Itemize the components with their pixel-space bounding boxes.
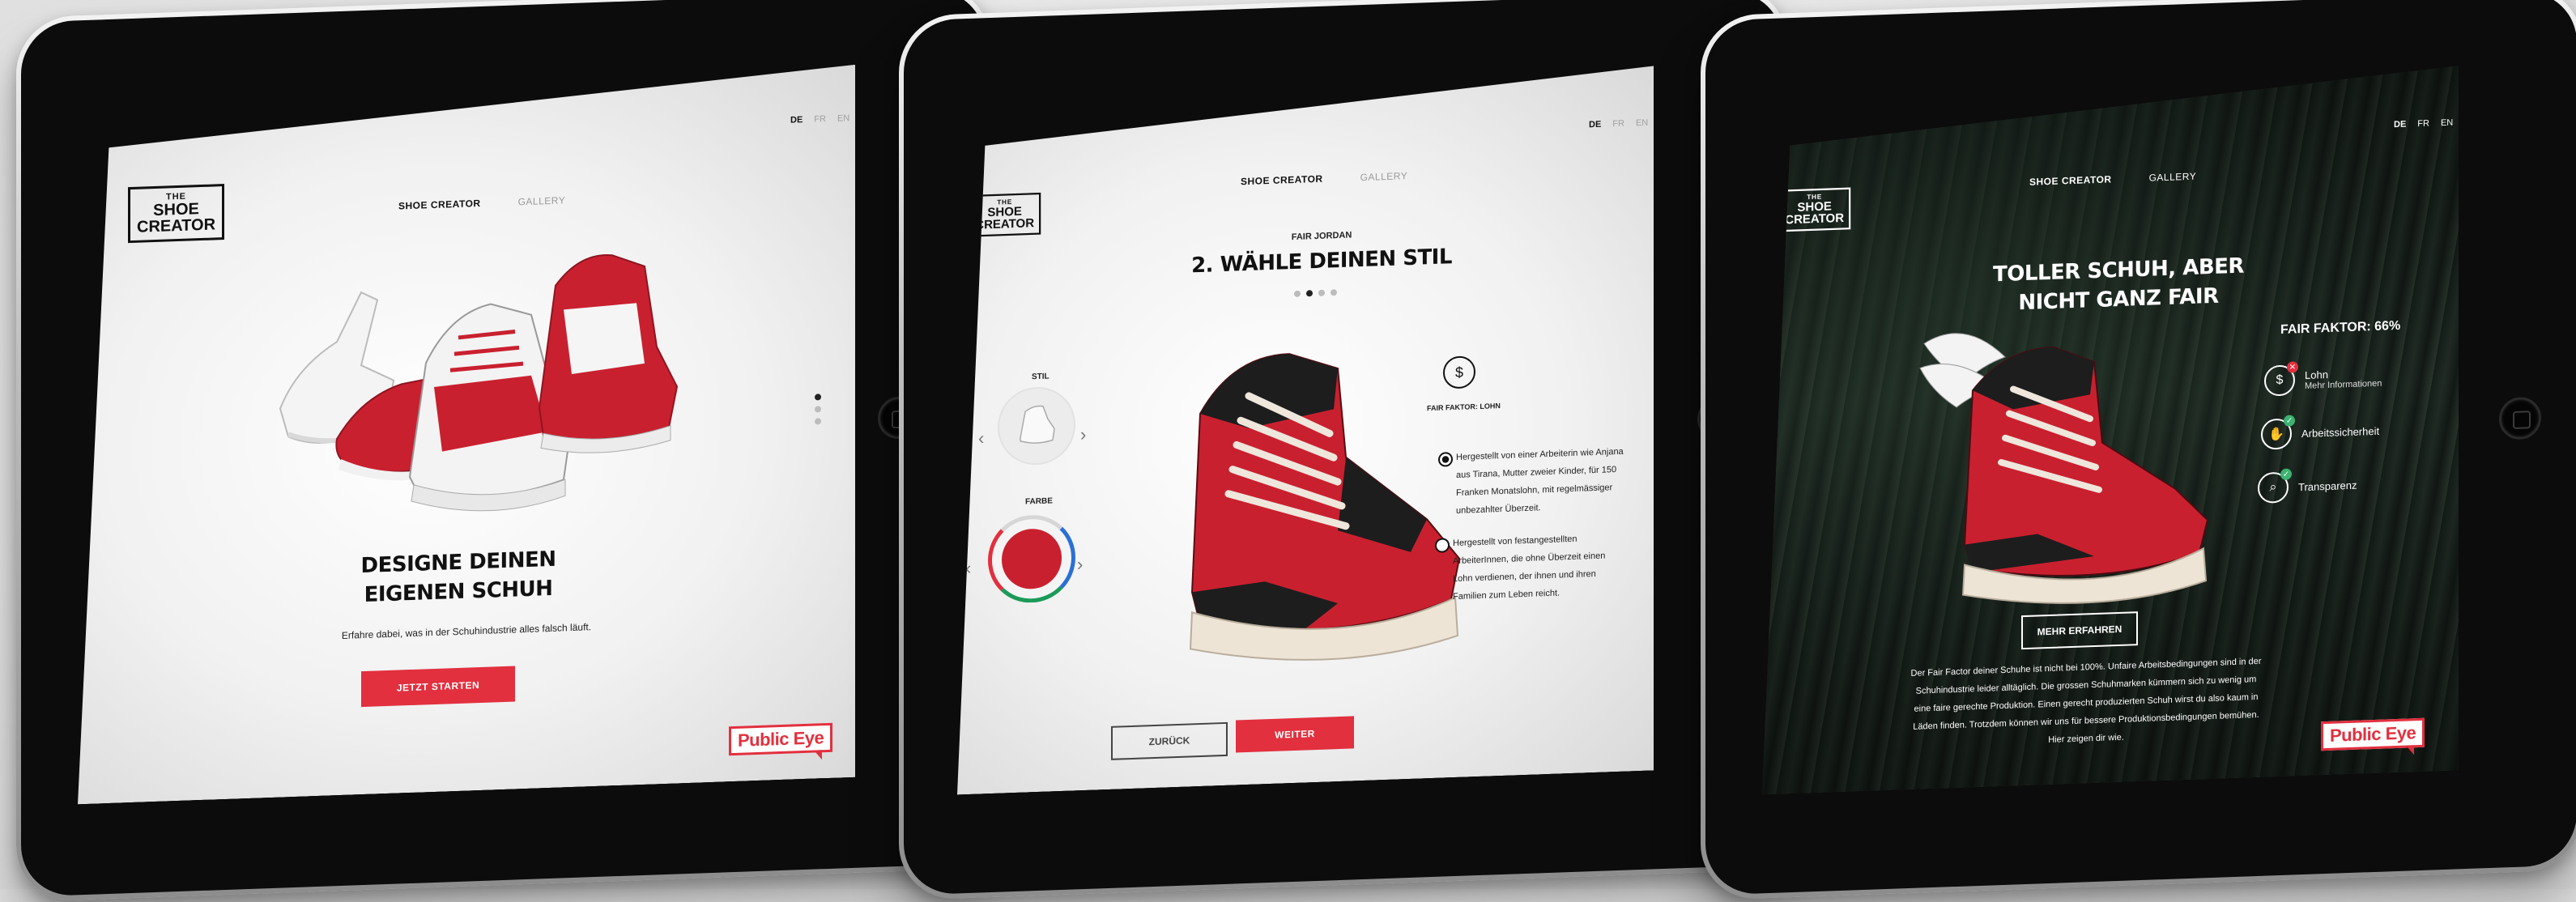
lang-de[interactable]: DE	[2394, 120, 2406, 130]
lang-fr[interactable]: FR	[814, 114, 826, 125]
fail-badge-icon: ✕	[2287, 361, 2298, 372]
ipad-3-bezel: THE SHOE CREATOR SHOE CREATOR GALLERY DE…	[1705, 0, 2576, 896]
style-next-arrow[interactable]: ›	[1080, 424, 1086, 445]
ipad-1: THE SHOE CREATOR SHOE CREATOR GALLERY DE…	[16, 0, 990, 902]
step-dot[interactable]	[1318, 290, 1325, 296]
ipad-3: THE SHOE CREATOR SHOE CREATOR GALLERY DE…	[1701, 0, 2576, 900]
fair-item-arbeitssicherheit[interactable]: ✋ ✓ Arbeitssicherheit	[2261, 415, 2379, 450]
step-dot[interactable]	[1306, 290, 1313, 296]
fair-factor-score: FAIR FAKTOR: 66%	[2280, 318, 2401, 337]
home-button[interactable]	[2499, 396, 2541, 440]
pager-dot[interactable]	[815, 394, 821, 400]
hero-subtext: Erfahre dabei, was in der Schuhindustrie…	[341, 621, 592, 641]
lang-de[interactable]: DE	[790, 115, 803, 126]
color-next-arrow[interactable]: ›	[1077, 554, 1083, 575]
public-eye-logo[interactable]: Public Eye	[729, 723, 832, 755]
lang-en[interactable]: EN	[837, 113, 849, 124]
pager-dot[interactable]	[815, 418, 821, 424]
option-2-text[interactable]: Hergestellt von festangestellten Arbeite…	[1453, 529, 1623, 606]
ipad-2: THE SHOE CREATOR SHOE CREATOR GALLERY DE…	[899, 0, 1787, 901]
step-dot[interactable]	[1294, 291, 1301, 297]
learn-more-button[interactable]: MEHR ERFAHREN	[2021, 611, 2138, 649]
language-switch: DE FR EN	[1589, 118, 1648, 130]
dollar-icon: $ ✕	[2264, 364, 2295, 396]
pager-dots	[815, 394, 821, 424]
color-prev-arrow[interactable]: ‹	[965, 558, 971, 579]
hand-icon: ✋ ✓	[2261, 419, 2292, 450]
lang-en[interactable]: EN	[2441, 118, 2453, 129]
screen-3: THE SHOE CREATOR SHOE CREATOR GALLERY DE…	[1762, 66, 2459, 794]
fair-item-lohn-text: Lohn Mehr Informationen	[2305, 366, 2382, 390]
lang-fr[interactable]: FR	[1612, 119, 1624, 130]
shoe-thumbnail-icon	[998, 385, 1075, 466]
color-swatch-fill	[1002, 528, 1062, 590]
color-swatch[interactable]	[988, 513, 1075, 604]
ipad-1-bezel: THE SHOE CREATOR SHOE CREATOR GALLERY DE…	[21, 0, 985, 897]
pager-dot[interactable]	[815, 406, 821, 412]
result-body-text: Der Fair Factor deiner Schuhe ist nicht …	[1910, 656, 2262, 746]
nav-gallery[interactable]: GALLERY	[2149, 171, 2197, 184]
winged-sneaker-image	[1908, 300, 2264, 611]
nav-shoe-creator[interactable]: SHOE CREATOR	[1241, 173, 1323, 188]
screen-2: THE SHOE CREATOR SHOE CREATOR GALLERY DE…	[957, 66, 1654, 794]
scene: THE SHOE CREATOR SHOE CREATOR GALLERY DE…	[0, 0, 2576, 902]
hero-headline: DESIGNE DEINEN EIGENEN SCHUH	[288, 542, 628, 613]
ipad-2-bezel: THE SHOE CREATOR SHOE CREATOR GALLERY DE…	[904, 0, 1782, 896]
style-prev-arrow[interactable]: ‹	[978, 428, 984, 449]
fair-item-lohn[interactable]: $ ✕ Lohn Mehr Informationen	[2264, 362, 2382, 397]
step-dot[interactable]	[1331, 289, 1337, 296]
magnifier-icon: ⌕ ✓	[2258, 472, 2289, 504]
pass-badge-icon: ✓	[2284, 415, 2295, 426]
step-headline: 2. WÄHLE DEINEN STIL	[1191, 245, 1452, 279]
sneaker-preview-image	[1143, 315, 1484, 675]
lang-fr[interactable]: FR	[2417, 119, 2429, 130]
color-label: FARBE	[1025, 496, 1053, 507]
nav-shoe-creator[interactable]: SHOE CREATOR	[2029, 173, 2112, 188]
nav-gallery[interactable]: GALLERY	[518, 194, 566, 207]
start-button[interactable]: JETZT STARTEN	[361, 666, 515, 707]
option-1-text[interactable]: Hergestellt von einer Arbeiterin wie Anj…	[1456, 443, 1626, 520]
nav-shoe-creator[interactable]: SHOE CREATOR	[398, 198, 481, 212]
shoe-creator-logo[interactable]: THE SHOE CREATOR	[969, 193, 1041, 237]
nav-gallery[interactable]: GALLERY	[1360, 170, 1408, 183]
fair-item-label: Transparenz	[2298, 479, 2357, 493]
screen-1: THE SHOE CREATOR SHOE CREATOR GALLERY DE…	[78, 65, 855, 805]
public-eye-logo[interactable]: Public Eye	[2321, 718, 2425, 751]
next-button[interactable]: WEITER	[1236, 716, 1354, 752]
style-label: STIL	[1032, 372, 1050, 382]
main-nav: SHOE CREATOR GALLERY	[1241, 170, 1407, 187]
lang-de[interactable]: DE	[1589, 120, 1601, 130]
language-switch: DE FR EN	[2394, 118, 2453, 130]
main-nav: SHOE CREATOR GALLERY	[2029, 171, 2196, 188]
language-switch: DE FR EN	[790, 113, 849, 126]
main-nav: SHOE CREATOR GALLERY	[398, 194, 565, 211]
shoe-creator-logo[interactable]: THE SHOE CREATOR	[128, 184, 224, 243]
more-info-link[interactable]: Mehr Informationen	[2305, 378, 2382, 390]
fair-item-transparenz[interactable]: ⌕ ✓ Transparenz	[2258, 470, 2357, 504]
back-button[interactable]: ZURÜCK	[1111, 722, 1228, 760]
lang-en[interactable]: EN	[1636, 118, 1648, 129]
style-thumb[interactable]	[998, 385, 1075, 466]
step-dots	[1294, 289, 1337, 297]
pass-badge-icon: ✓	[2280, 469, 2292, 480]
shoe-creator-logo[interactable]: THE SHOE CREATOR	[1778, 188, 1850, 232]
fair-factor-label: FAIR FAKTOR: LOHN	[1427, 402, 1501, 413]
product-kicker: FAIR JORDAN	[1291, 230, 1352, 243]
shoe-collage-image	[264, 232, 685, 522]
fair-item-label: Arbeitssicherheit	[2301, 424, 2380, 440]
